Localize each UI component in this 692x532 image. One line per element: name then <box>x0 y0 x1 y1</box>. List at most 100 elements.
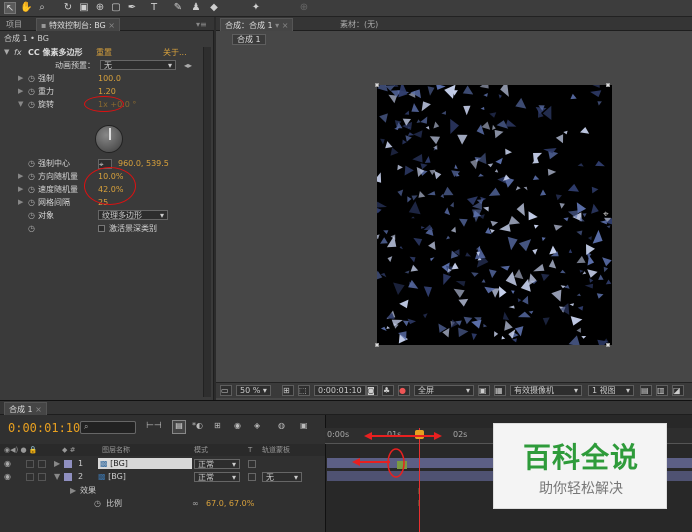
transparency-grid-icon[interactable]: ▦ <box>494 385 506 396</box>
close-icon[interactable]: × <box>106 21 115 30</box>
solo-box[interactable] <box>26 460 34 468</box>
shy-layers-icon[interactable]: *◐ <box>192 421 203 430</box>
object-dropdown[interactable]: 纹理多边形 ▾ <box>98 210 168 220</box>
solo-box[interactable] <box>26 473 34 481</box>
camera-dropdown[interactable]: 有效摄像机 ▾ <box>510 385 582 396</box>
tab-project[interactable]: 项目 <box>2 18 26 31</box>
stopwatch-icon[interactable]: ◷ <box>28 157 35 170</box>
eye-icon[interactable]: ◉ <box>4 471 11 483</box>
depth-sort-checkbox[interactable] <box>98 225 105 232</box>
expand-triangle-icon[interactable]: ▶ <box>18 196 23 209</box>
always-preview-icon[interactable]: ▭ <box>220 385 232 396</box>
expand-triangle-icon[interactable]: ▶ <box>54 458 60 470</box>
axis-mode-icon[interactable]: ⊕ <box>298 2 310 14</box>
stopwatch-icon[interactable]: ◷ <box>28 209 35 222</box>
stopwatch-icon[interactable]: ◷ <box>28 72 35 85</box>
label-color-swatch[interactable] <box>64 473 72 481</box>
frame-blending-icon[interactable]: ⊞ <box>214 421 221 430</box>
channel-icon[interactable]: ● <box>398 385 410 396</box>
composition-canvas[interactable] <box>377 85 612 345</box>
comp-breadcrumb-tab[interactable]: 合成 1 <box>232 34 266 45</box>
rectangle-tool-icon[interactable]: ▢ <box>110 2 122 14</box>
mask-icon[interactable]: ⬚ <box>298 385 310 396</box>
resolution-dropdown[interactable]: 全屏 ▾ <box>414 385 474 396</box>
preset-nav-arrows[interactable]: ◂▸ <box>184 59 192 72</box>
close-icon[interactable]: × <box>33 405 42 414</box>
stopwatch-icon[interactable]: ◷ <box>28 222 35 235</box>
draft-3d-icon[interactable]: ▤ <box>172 420 186 434</box>
constrain-proportions-icon[interactable]: ∞ <box>192 498 199 510</box>
scale-property-row[interactable]: ◷ 比例 ∞ 67.0, 67.0% <box>0 498 325 510</box>
stopwatch-icon[interactable]: ◷ <box>28 196 35 209</box>
rotate-tool-icon[interactable]: ↻ <box>62 2 74 14</box>
preset-dropdown[interactable]: 无 ▾ <box>100 60 176 70</box>
comp-flowchart-icon[interactable]: ⊢⊣ <box>146 421 162 431</box>
pen-tool-icon[interactable]: ✒ <box>126 2 138 14</box>
layer-handle[interactable] <box>375 343 379 347</box>
layer-handle[interactable] <box>375 83 379 87</box>
mode-dropdown[interactable]: 正常 ▾ <box>194 472 240 482</box>
exposure-icon[interactable]: ◪ <box>672 385 684 396</box>
reset-exposure-icon[interactable]: ▥ <box>656 385 668 396</box>
tab-timeline-comp[interactable]: 合成 1 × <box>4 402 47 415</box>
tab-effect-controls[interactable]: ▪ 特效控制台: BG × <box>36 18 121 31</box>
expand-triangle-icon[interactable]: ▼ <box>54 471 60 483</box>
layer-row[interactable]: ◉ ▼ 2 ▩ [BG] 正常 ▾ 无 ▾ <box>0 471 325 483</box>
show-snapshot-icon[interactable]: ♣ <box>382 385 394 396</box>
lock-box[interactable] <box>38 473 46 481</box>
expand-triangle-icon[interactable]: ▶ <box>70 485 76 497</box>
type-tool-icon[interactable]: T <box>148 2 160 14</box>
preserve-transparency-box[interactable] <box>248 473 256 481</box>
stopwatch-icon[interactable]: ◷ <box>28 170 35 183</box>
rotation-dial[interactable] <box>95 125 123 153</box>
expand-triangle-icon[interactable]: ▶ <box>18 72 23 85</box>
toggle-pixel-icon[interactable]: ▤ <box>640 385 652 396</box>
motion-blur-icon[interactable]: ◉ <box>234 421 241 430</box>
region-icon[interactable]: ▣ <box>478 385 490 396</box>
lock-box[interactable] <box>38 460 46 468</box>
effect-panel-scrollbar[interactable] <box>203 47 211 397</box>
snapshot-icon[interactable]: ◙ <box>366 385 378 396</box>
expand-triangle-icon[interactable]: ▶ <box>18 85 23 98</box>
puppet-tool-icon[interactable]: ✦ <box>250 2 262 14</box>
stopwatch-icon[interactable]: ◷ <box>94 498 101 510</box>
hand-tool-icon[interactable]: ✋ <box>20 2 32 14</box>
zoom-tool-icon[interactable]: ⌕ <box>36 2 48 14</box>
tab-footage[interactable]: 素材：(无) <box>336 18 382 31</box>
fx-toggle[interactable]: fx <box>14 46 22 59</box>
camera-tool-icon[interactable]: ▣ <box>78 2 90 14</box>
preserve-transparency-box[interactable] <box>248 460 256 468</box>
stopwatch-icon[interactable]: ◷ <box>28 85 35 98</box>
expand-triangle-icon[interactable]: ▶ <box>18 170 23 183</box>
reset-link[interactable]: 重置 <box>96 46 112 59</box>
about-link[interactable]: 关于... <box>163 46 187 59</box>
source-name-header[interactable]: 图层名称 <box>102 444 130 456</box>
grid-icon[interactable]: ⊞ <box>282 385 294 396</box>
anchor-point-icon[interactable]: ⌖ <box>603 209 609 220</box>
views-dropdown[interactable]: 1 视图 ▾ <box>588 385 634 396</box>
mode-header[interactable]: 模式 <box>194 444 208 456</box>
effects-group-row[interactable]: ▶ 效果 <box>0 485 325 497</box>
timecode-display[interactable]: 0:00:01:10 <box>314 385 366 396</box>
layer-handle[interactable] <box>606 343 610 347</box>
layer-search-input[interactable]: ⌕ <box>80 421 136 434</box>
prop-value[interactable]: 960.0, 539.5 <box>118 157 169 170</box>
prop-value[interactable]: 100.0 <box>98 72 121 85</box>
expand-triangle-icon[interactable]: ▼ <box>18 98 23 111</box>
expand-triangle-icon[interactable]: ▼ <box>4 46 9 59</box>
layer-row[interactable]: ◉ ▶ 1 ▩ [BG] 正常 ▾ <box>0 458 325 470</box>
brainstorm-icon[interactable]: ◈ <box>254 421 260 430</box>
mode-dropdown[interactable]: 正常 ▾ <box>194 459 240 469</box>
scale-value[interactable]: 67.0, 67.0% <box>206 498 254 510</box>
stopwatch-icon[interactable]: ◷ <box>28 183 35 196</box>
stopwatch-icon[interactable]: ◷ <box>28 98 35 111</box>
graph-editor-icon[interactable]: ◍ <box>278 421 285 430</box>
zoom-dropdown[interactable]: 50 % ▾ <box>236 385 271 396</box>
clone-stamp-tool-icon[interactable]: ♟ <box>190 2 202 14</box>
selection-tool-icon[interactable]: ↖ <box>4 2 16 14</box>
pan-behind-tool-icon[interactable]: ⊕ <box>94 2 106 14</box>
expand-triangle-icon[interactable]: ▶ <box>18 183 23 196</box>
trkmat-header[interactable]: 轨道蒙板 <box>262 444 290 456</box>
trkmat-dropdown[interactable]: 无 ▾ <box>262 472 302 482</box>
layer-handle[interactable] <box>606 83 610 87</box>
